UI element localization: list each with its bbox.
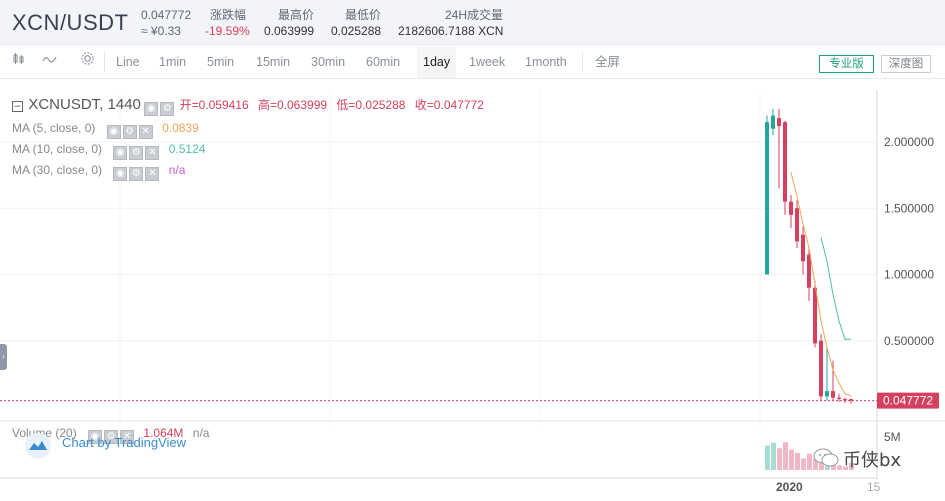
low-label: 最低价: [345, 8, 382, 22]
candle-type-icon[interactable]: [12, 46, 26, 78]
chart-toolbar: Line 1min 5min 15min 30min 60min 1day 1w…: [0, 46, 945, 79]
candle-body: [777, 118, 781, 127]
volume-bar: [783, 442, 788, 470]
depth-chart-button[interactable]: 深度图: [881, 55, 931, 73]
price-tick-label: 1.500000: [884, 201, 934, 215]
eye-icon[interactable]: ◉: [144, 102, 159, 116]
volume-block: 24H成交量 2182606.7188 XCN: [398, 8, 504, 38]
volume-bar: [777, 448, 782, 470]
time-label: 2020: [776, 480, 803, 494]
indicator-icon[interactable]: [42, 46, 58, 78]
ma10-label: MA (10, close, 0): [12, 142, 103, 156]
volume-bar: [765, 445, 770, 470]
cny-price: ≈ ¥0.33: [141, 24, 181, 38]
tradingview-logo-icon: [24, 432, 52, 465]
close-value-legend: 收=0.047772: [414, 98, 484, 112]
ma30-label: MA (30, close, 0): [12, 163, 103, 177]
last-price: 0.047772: [141, 8, 192, 22]
trading-pair-title: XCN/USDT: [12, 10, 129, 35]
interval-line[interactable]: Line: [116, 46, 140, 78]
ma30-legend: MA (30, close, 0) ◉ ⚙ ✕ n/a: [12, 163, 185, 181]
toolbar-divider: [104, 52, 105, 72]
ma10-legend: MA (10, close, 0) ◉ ⚙ ✕ 0.5124: [12, 142, 205, 160]
candle-body: [807, 254, 811, 288]
interval-1day[interactable]: 1day: [416, 46, 457, 78]
volume-bar: [789, 449, 794, 470]
candle-body: [825, 391, 829, 397]
close-icon[interactable]: ✕: [145, 167, 160, 181]
eye-icon[interactable]: ◉: [106, 125, 121, 139]
interval-1month[interactable]: 1month: [525, 46, 567, 78]
candle-body: [801, 234, 805, 262]
low-block: 最低价 0.025288: [331, 8, 382, 38]
watermark-text: 币侠bx: [843, 450, 902, 471]
eye-icon[interactable]: ◉: [113, 146, 128, 160]
settings-icon[interactable]: ⚙: [122, 125, 137, 139]
pro-mode-button[interactable]: 专业版: [819, 55, 874, 73]
wechat-icon: [812, 446, 840, 475]
settings-icon[interactable]: ⚙: [129, 146, 144, 160]
candle-body: [789, 201, 793, 215]
tradingview-credit[interactable]: Chart by TradingView: [62, 435, 186, 450]
eye-icon[interactable]: ◉: [113, 167, 128, 181]
candle-body: [783, 122, 787, 202]
settings-icon[interactable]: ⚙: [129, 167, 144, 181]
volume-ma-value: n/a: [192, 426, 210, 440]
candle-body: [813, 287, 817, 344]
ma30-value: n/a: [168, 163, 186, 177]
symbol-legend: – XCNUSDT, 1440 ◉ ⚙ 开=0.059416 高=0.063999…: [12, 96, 484, 116]
ma5-label: MA (5, close, 0): [12, 121, 96, 135]
high-label: 最高价: [278, 8, 315, 22]
change-block: 涨跌幅 -19.59%: [205, 8, 250, 38]
time-label: 15: [867, 480, 881, 494]
volume-bars: [765, 442, 854, 470]
volume-bar: [801, 458, 806, 470]
change-value: -19.59%: [205, 24, 250, 38]
current-price-tag: 0.047772: [883, 394, 933, 408]
candle-body: [771, 115, 775, 129]
close-icon[interactable]: ✕: [138, 125, 153, 139]
candle-body: [795, 208, 799, 242]
volume-24h-label: 24H成交量: [445, 8, 504, 22]
fullscreen-button[interactable]: 全屏: [595, 46, 620, 78]
high-value: 0.063999: [264, 24, 315, 38]
candle-body: [765, 122, 769, 275]
change-label: 涨跌幅: [210, 8, 247, 22]
chart-panel-toggle[interactable]: ›: [0, 344, 7, 370]
price-tick-label: 2.000000: [884, 135, 934, 149]
settings-icon[interactable]: ⚙: [160, 102, 175, 116]
ma5-value: 0.0839: [162, 121, 199, 135]
toolbar-divider: [582, 52, 583, 72]
symbol-name: XCNUSDT, 1440: [28, 96, 141, 113]
interval-15min[interactable]: 15min: [256, 46, 290, 78]
interval-1min[interactable]: 1min: [159, 46, 186, 78]
interval-30min[interactable]: 30min: [311, 46, 345, 78]
settings-gear-icon[interactable]: [80, 46, 95, 78]
volume-tick-label: 5M: [884, 430, 901, 444]
low-value: 0.025288: [331, 24, 382, 38]
volume-24h-value: 2182606.7188 XCN: [398, 24, 504, 38]
candle-body: [837, 397, 841, 400]
volume-bar: [795, 453, 800, 470]
interval-60min[interactable]: 60min: [366, 46, 400, 78]
ma5-legend: MA (5, close, 0) ◉ ⚙ ✕ 0.0839: [12, 121, 199, 139]
header-bar: XCN/USDT 0.047772 ≈ ¥0.33 涨跌幅 -19.59% 最高…: [0, 0, 945, 45]
open-value: 开=0.059416: [179, 98, 249, 112]
price-tick-label: 1.000000: [884, 268, 934, 282]
ma10-line: [820, 237, 852, 340]
candles: [765, 108, 853, 404]
high-block: 最高价 0.063999: [264, 8, 315, 38]
interval-1week[interactable]: 1week: [469, 46, 505, 78]
low-value-legend: 低=0.025288: [336, 98, 406, 112]
candle-body: [831, 391, 835, 398]
price-tick-label: 0.500000: [884, 334, 934, 348]
collapse-icon[interactable]: –: [12, 101, 23, 112]
high-value-legend: 高=0.063999: [257, 98, 328, 112]
candle-body: [819, 340, 823, 397]
ma10-value: 0.5124: [168, 142, 206, 156]
last-price-block: 0.047772 ≈ ¥0.33: [141, 8, 191, 38]
interval-5min[interactable]: 5min: [207, 46, 234, 78]
close-icon[interactable]: ✕: [145, 146, 160, 160]
volume-bar: [771, 442, 776, 470]
